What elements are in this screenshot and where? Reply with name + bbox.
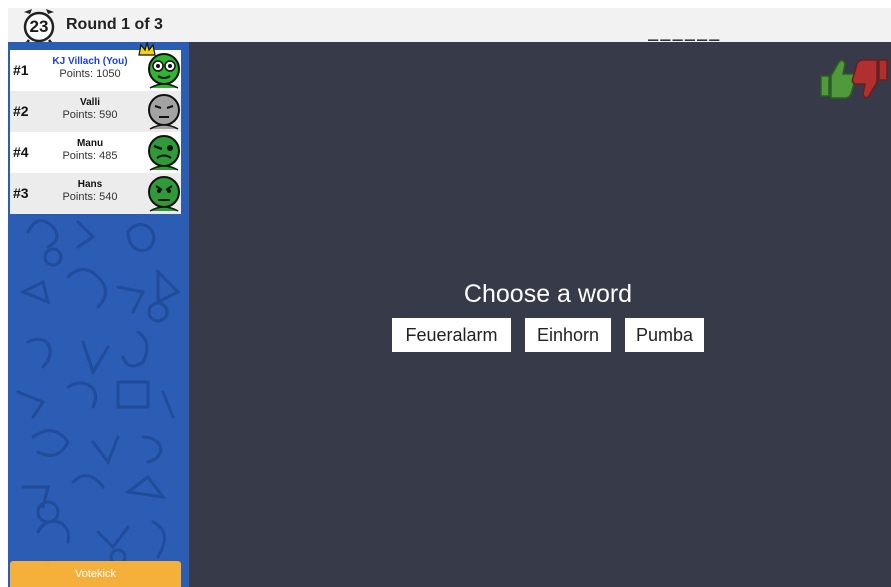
player-name: KJ Villach (You) <box>52 56 128 67</box>
word-option[interactable]: Einhorn <box>525 318 611 352</box>
player-points: Points: 590 <box>62 109 118 121</box>
player-name: Manu <box>76 138 104 149</box>
player-points: Points: 1050 <box>59 68 121 80</box>
rating-buttons <box>819 56 889 105</box>
avatar <box>148 53 180 89</box>
word-option[interactable]: Pumba <box>625 318 704 352</box>
word-hint: ______ <box>648 22 722 42</box>
player-name: Hans <box>77 179 103 190</box>
round-indicator: Round 1 of 3 <box>66 16 163 33</box>
player-rank: #1 <box>13 62 29 78</box>
alarm-clock-icon: 23 <box>20 8 58 46</box>
player-row[interactable]: #1 KJ Villach (You) Points: 1050 <box>10 42 181 91</box>
thumbs-down-icon[interactable] <box>851 59 888 99</box>
avatar <box>148 176 180 212</box>
thumbs-up-icon[interactable] <box>820 59 857 99</box>
player-row[interactable]: #4 Manu Points: 485 <box>10 132 181 173</box>
player-points: Points: 485 <box>62 150 118 162</box>
word-option[interactable]: Feueralarm <box>392 318 511 352</box>
player-points: Points: 540 <box>62 191 118 203</box>
player-name: Valli <box>79 97 100 108</box>
player-rank: #4 <box>13 144 29 160</box>
player-row[interactable]: #2 Valli Points: 590 <box>10 91 181 132</box>
votekick-button[interactable]: Votekick <box>10 561 181 587</box>
drawing-canvas[interactable] <box>189 42 891 587</box>
avatar <box>148 135 180 171</box>
player-rank: #3 <box>13 185 29 201</box>
player-row[interactable]: #3 Hans Points: 540 <box>10 173 181 214</box>
player-list: #1 KJ Villach (You) Points: 1050 #2 Vall… <box>10 42 181 214</box>
avatar <box>148 94 180 130</box>
top-bar: 23 Round 1 of 3 ______ <box>8 8 891 46</box>
choose-word-prompt: Choose a word <box>463 280 633 308</box>
player-rank: #2 <box>13 103 29 119</box>
timer-value: 23 <box>29 17 49 36</box>
